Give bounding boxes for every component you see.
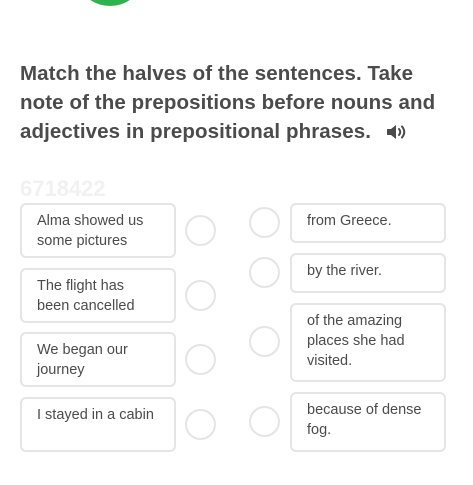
left-card-text: Alma showed us some pictures	[37, 213, 144, 249]
left-connector-dot-4[interactable]	[185, 409, 216, 440]
left-card-2[interactable]: The flight has been cancelled	[20, 268, 176, 323]
progress-badge	[83, 0, 137, 6]
right-connector-dot-1[interactable]	[249, 207, 280, 238]
left-card-text: The flight has been cancelled	[37, 278, 135, 314]
right-connector-dot-3[interactable]	[249, 326, 280, 357]
left-card-3[interactable]: We began our journey	[20, 332, 176, 387]
right-card-text: of the amazing places she had visited.	[307, 313, 405, 369]
speaker-icon[interactable]	[385, 120, 409, 139]
right-card-3[interactable]: of the amazing places she had visited.	[290, 303, 446, 382]
right-connector-dot-2[interactable]	[249, 257, 280, 288]
right-card-text: by the river.	[307, 263, 382, 279]
left-connector-dot-2[interactable]	[185, 280, 216, 311]
right-card-text: because of dense fog.	[307, 402, 422, 438]
right-card-2[interactable]: by the river.	[290, 253, 446, 293]
left-card-4[interactable]: I stayed in a cabin	[20, 397, 176, 452]
left-card-text: I stayed in a cabin	[37, 407, 154, 423]
left-connector-dot-1[interactable]	[185, 215, 216, 246]
left-card-1[interactable]: Alma showed us some pictures	[20, 203, 176, 258]
right-connector-dot-4[interactable]	[249, 406, 280, 437]
exercise-instruction: Match the halves of the sentences. Take …	[20, 59, 460, 146]
left-card-text: We began our journey	[37, 342, 128, 378]
right-card-1[interactable]: from Greece.	[290, 203, 446, 243]
right-card-text: from Greece.	[307, 213, 392, 229]
right-card-4[interactable]: because of dense fog.	[290, 392, 446, 452]
watermark-id: 6718422	[20, 176, 106, 201]
instruction-text: Match the halves of the sentences. Take …	[20, 62, 436, 143]
left-connector-dot-3[interactable]	[185, 344, 216, 375]
